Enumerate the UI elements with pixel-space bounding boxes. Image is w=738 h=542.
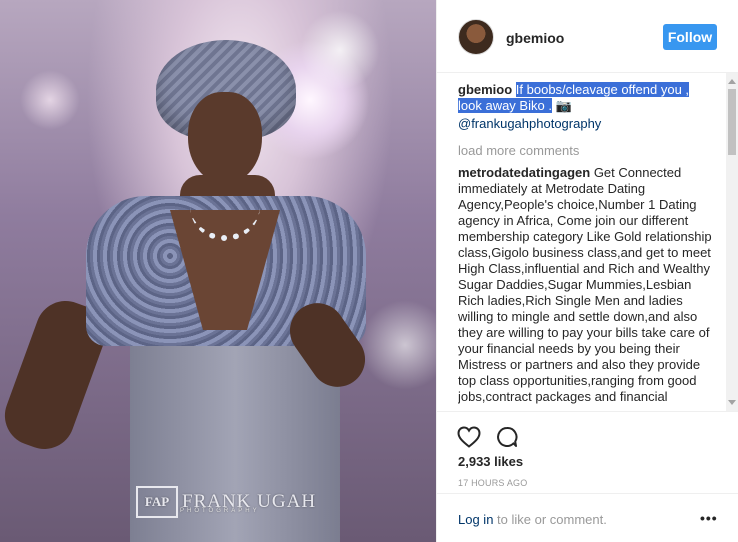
heart-icon[interactable]	[456, 424, 482, 450]
face	[188, 92, 262, 184]
post-actions: 2,933 likes 17 HOURS AGO	[437, 411, 738, 493]
comment-bubble-icon[interactable]	[494, 424, 520, 450]
caption-username[interactable]: gbemioo	[458, 82, 512, 97]
login-prompt-text: to like or comment.	[493, 512, 607, 527]
login-prompt: Log in to like or comment.	[458, 512, 607, 527]
caption: gbemioo If boobs/cleavage offend you , l…	[458, 82, 720, 132]
load-more-comments-link[interactable]: load more comments	[458, 143, 720, 159]
caption-mention-link[interactable]: @frankugahphotography	[458, 116, 720, 132]
watermark-sub: PHOTOGRAPHY	[180, 508, 260, 514]
caption-text-line1: If boobs/cleavage offend you ,	[515, 82, 690, 97]
scroll-up-arrow-icon[interactable]	[728, 79, 736, 84]
post-photo[interactable]: FAP FRANK UGAH PHOTOGRAPHY	[0, 0, 436, 542]
comments-scrollbar[interactable]	[726, 73, 738, 411]
comment-username[interactable]: metrodatedatingagen	[458, 165, 590, 180]
follow-button[interactable]: Follow	[663, 24, 717, 50]
background-light	[360, 300, 436, 390]
post-footer: Log in to like or comment. •••	[437, 493, 738, 542]
background-light	[20, 70, 80, 130]
avatar[interactable]	[458, 19, 494, 55]
comment-item: metrodatedatingagen Get Connected immedi…	[458, 165, 720, 405]
scrollbar-thumb[interactable]	[728, 89, 736, 155]
post-timestamp[interactable]: 17 HOURS AGO	[458, 478, 527, 488]
scroll-down-arrow-icon[interactable]	[728, 400, 736, 405]
camera-emoji: 📷	[555, 98, 572, 113]
photographer-watermark: FAP FRANK UGAH PHOTOGRAPHY	[136, 486, 316, 518]
comments-list[interactable]: gbemioo If boobs/cleavage offend you , l…	[458, 82, 720, 411]
more-options-icon[interactable]: •••	[700, 510, 718, 526]
watermark-logo: FAP	[136, 486, 178, 518]
post-header: gbemioo Follow	[437, 0, 738, 73]
login-link[interactable]: Log in	[458, 512, 493, 527]
caption-text-line2: look away Biko .	[458, 98, 552, 113]
comment-text: Get Connected immediately at Metrodate D…	[458, 165, 712, 404]
header-username[interactable]: gbemioo	[506, 30, 564, 46]
post-side-panel: gbemioo Follow gbemioo If boobs/cleavage…	[436, 0, 738, 542]
likes-count[interactable]: 2,933 likes	[458, 454, 523, 469]
background-light	[300, 10, 380, 90]
